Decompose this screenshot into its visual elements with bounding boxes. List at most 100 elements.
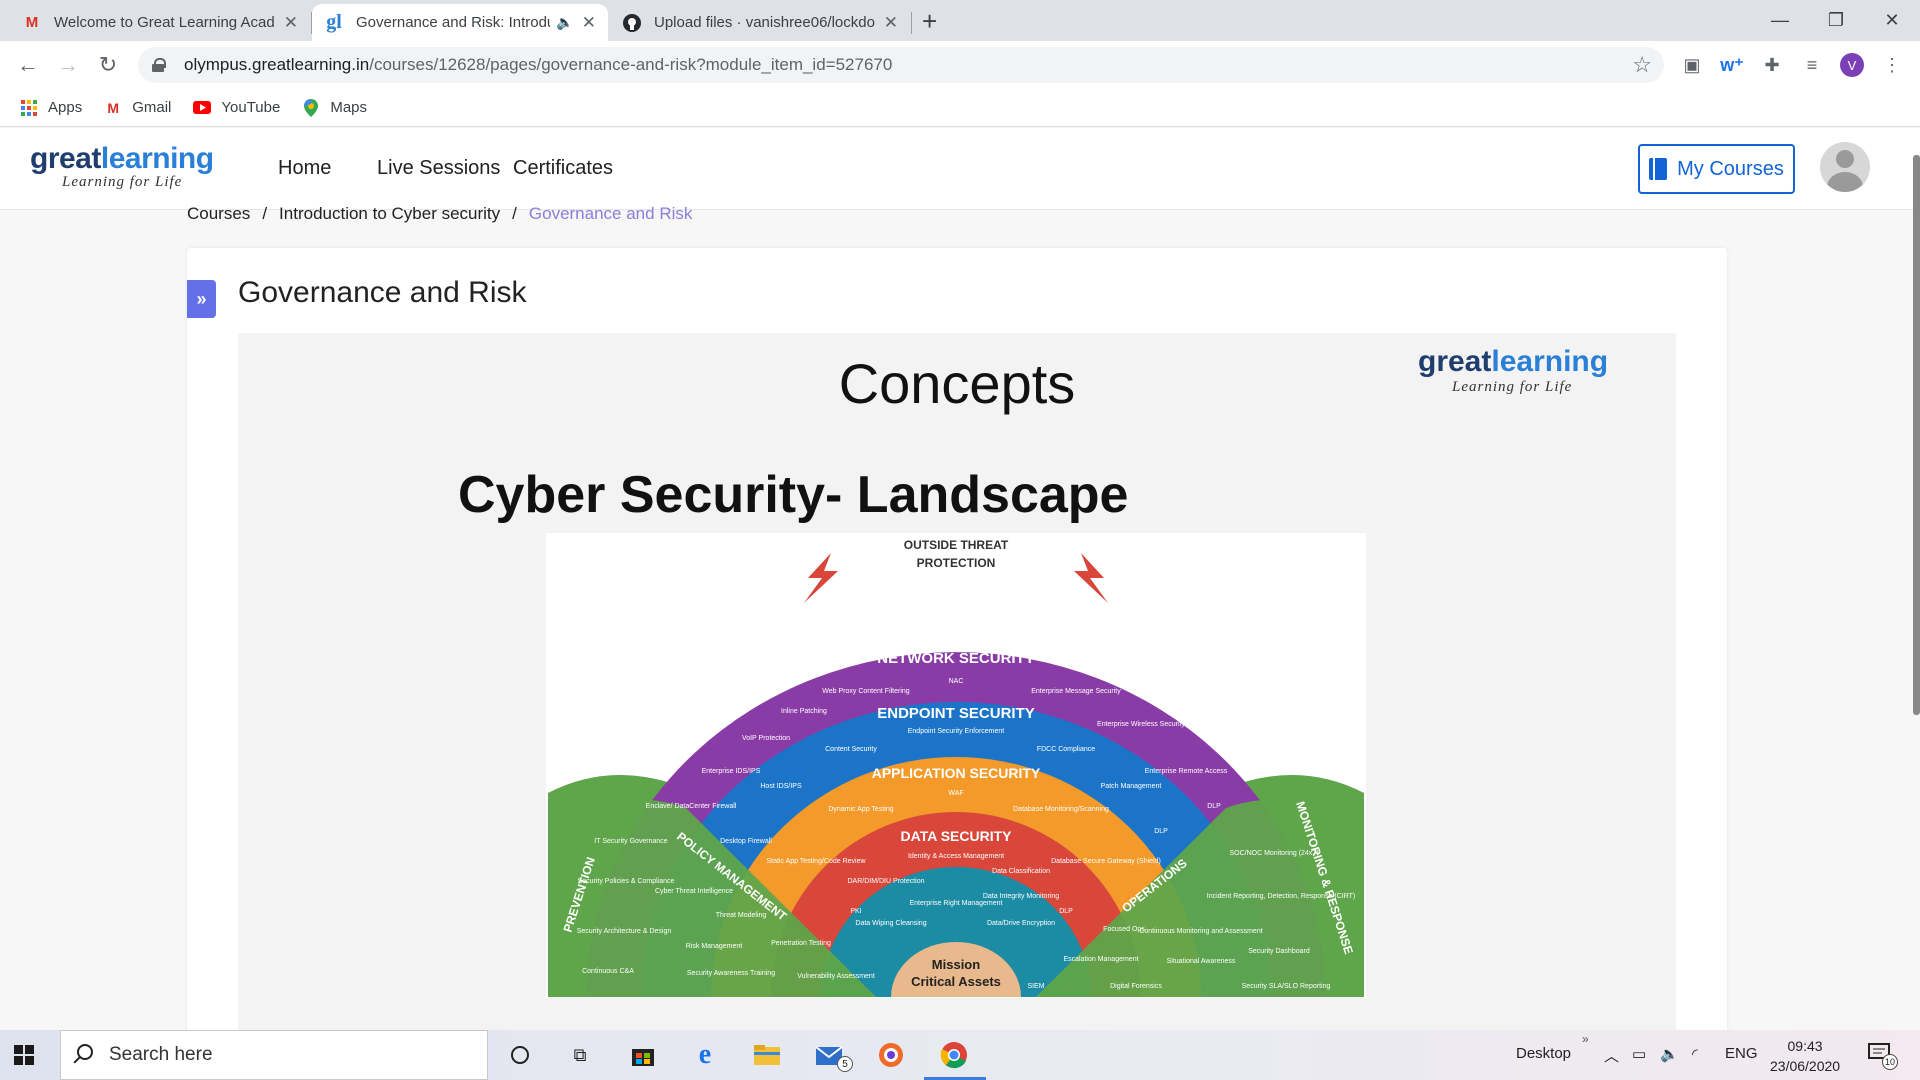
maps-pin-icon	[302, 98, 320, 117]
diagram-item: NAC	[949, 678, 964, 685]
bookmark-label: YouTube	[221, 99, 281, 116]
battery-icon[interactable]: ▭	[1632, 1045, 1646, 1063]
tab-title: Welcome to Great Learning Acad	[54, 14, 275, 31]
back-button[interactable]: ←	[12, 49, 44, 81]
diagram-item: Content Security	[825, 746, 877, 753]
toolbar-expand-icon[interactable]: »	[1582, 1032, 1589, 1046]
clock-time: 09:43	[1787, 1038, 1823, 1054]
diagram-item: Enterprise Message Security	[1031, 688, 1121, 695]
diagram-item: Secure DMZs	[777, 638, 826, 647]
cyber-security-landscape-diagram: OUTSIDE THREAT PROTECTION PERIMETER SECU…	[546, 533, 1366, 998]
diagram-item: Incident Reporting, Detection, Response …	[1207, 893, 1356, 900]
tab-github[interactable]: Upload files · vanishree06/lockdo ✕	[610, 4, 910, 41]
reload-button[interactable]: ↻	[92, 49, 124, 81]
diagram-item: DAR/DIM/DIU Protection	[847, 878, 924, 885]
notifications-badge: 10	[1882, 1054, 1898, 1070]
speaker-icon[interactable]: 🔈	[556, 14, 573, 31]
chrome-icon[interactable]	[939, 1040, 969, 1070]
taskbar-search-input[interactable]: Search here	[60, 1030, 488, 1080]
lightning-bolt-icon	[1074, 553, 1108, 603]
logo-tagline: Learning for Life	[62, 174, 183, 190]
page-title: Governance and Risk	[238, 276, 527, 309]
page-scrollbar[interactable]	[1913, 155, 1920, 715]
diagram-item: DLP	[1154, 828, 1168, 835]
greatlearning-logo[interactable]: greatlearning Learning for Life	[30, 144, 214, 191]
tab-title: Governance and Risk: Introdu	[356, 14, 551, 31]
url-path: /courses/12628/pages/governance-and-risk…	[369, 55, 893, 74]
nav-home[interactable]: Home	[278, 157, 331, 180]
extension-icon[interactable]: ▣	[1680, 53, 1704, 77]
close-tab-icon[interactable]: ✕	[884, 13, 898, 33]
task-view-icon[interactable]: ⧉	[565, 1040, 595, 1070]
diagram-item: Inline Patching	[781, 708, 827, 715]
media-control-icon[interactable]: ≡	[1800, 53, 1824, 77]
windows-taskbar: Search here ⧉ e 5 Desktop » ︿ ▭ 🔈 ◜ ENG …	[0, 1030, 1920, 1080]
restore-button[interactable]: ❐	[1808, 0, 1864, 41]
windows-start-icon[interactable]	[14, 1045, 34, 1065]
core-label: Mission	[932, 957, 980, 972]
logo-word: learning	[100, 142, 214, 175]
address-bar[interactable]: olympus.greatlearning.in/courses/12628/p…	[138, 47, 1664, 83]
diagram-item: Perimeter Firewall	[614, 751, 679, 760]
bookmark-maps[interactable]: Maps	[302, 98, 367, 117]
bookmark-star-icon[interactable]: ☆	[1632, 52, 1652, 78]
user-avatar[interactable]	[1820, 142, 1870, 192]
ring-label-data: DATA SECURITY	[901, 828, 1013, 844]
diagram-item: Penetration Testing	[771, 940, 831, 947]
diagram-item: PKI	[850, 908, 861, 915]
close-window-button[interactable]: ✕	[1864, 0, 1920, 41]
breadcrumb-courses[interactable]: Courses	[187, 204, 250, 224]
file-explorer-icon[interactable]	[752, 1040, 782, 1070]
diagram-item: Message Security	[924, 616, 988, 625]
brave-icon[interactable]	[876, 1040, 906, 1070]
extension-w-icon[interactable]: w⁺	[1720, 53, 1744, 77]
diagram-item: Continuous C&A	[582, 968, 634, 975]
diagram-item: Digital Forensics	[1110, 983, 1162, 990]
edge-icon[interactable]: e	[690, 1039, 720, 1070]
diagram-item: SOC/NOC Monitoring (24x7)	[1229, 850, 1318, 857]
wifi-icon[interactable]: ◜	[1692, 1045, 1698, 1063]
volume-icon[interactable]: 🔈	[1660, 1045, 1679, 1063]
cortana-icon[interactable]	[505, 1040, 535, 1070]
sidebar-toggle-button[interactable]: »	[187, 280, 216, 318]
minimize-button[interactable]: —	[1752, 0, 1808, 41]
bookmark-apps[interactable]: Apps	[20, 99, 82, 117]
ring-label-application: APPLICATION SECURITY	[872, 765, 1041, 781]
language-indicator[interactable]: ENG	[1725, 1045, 1758, 1062]
my-courses-button[interactable]: My Courses	[1638, 144, 1795, 194]
tab-gmail[interactable]: M Welcome to Great Learning Acad ✕	[10, 4, 310, 41]
search-icon	[77, 1044, 93, 1060]
logo-tagline: Learning for Life	[1452, 379, 1573, 395]
store-icon[interactable]	[628, 1040, 658, 1070]
desktop-toolbar-label[interactable]: Desktop	[1516, 1045, 1571, 1062]
tab-governance[interactable]: gl Governance and Risk: Introdu 🔈 ✕	[312, 4, 608, 41]
extensions-puzzle-icon[interactable]: ✚	[1760, 53, 1784, 77]
lock-icon[interactable]	[152, 58, 166, 72]
logo-word: great	[1418, 345, 1492, 378]
diagram-item: Enterprise Wireless Security	[1097, 721, 1185, 728]
diagram-item: Honeypot	[1089, 638, 1124, 647]
diagram-item: DHS Einstein	[1237, 751, 1285, 760]
nav-live-sessions[interactable]: Live Sessions	[377, 157, 500, 180]
new-tab-button[interactable]: +	[922, 6, 937, 37]
logo-word: great	[30, 142, 101, 175]
diagram-item: FDCC Compliance	[1037, 746, 1095, 753]
chevron-up-icon[interactable]: ︿	[1604, 1045, 1619, 1066]
menu-kebab-icon[interactable]: ⋮	[1880, 53, 1904, 77]
nav-certificates[interactable]: Certificates	[513, 157, 613, 180]
breadcrumb-separator: /	[262, 204, 268, 223]
diagram-item: Dynamic App Testing	[828, 806, 893, 813]
forward-button[interactable]: →	[52, 49, 84, 81]
top-label: OUTSIDE THREAT	[904, 538, 1009, 552]
close-tab-icon[interactable]: ✕	[582, 13, 596, 33]
mail-icon[interactable]: 5	[815, 1040, 853, 1072]
diagram-item: Perimeter IDS/IPS	[681, 686, 746, 695]
profile-avatar[interactable]: V	[1840, 53, 1864, 77]
close-tab-icon[interactable]: ✕	[284, 13, 298, 33]
bookmark-youtube[interactable]: YouTube	[193, 99, 280, 117]
notifications-icon[interactable]: 10	[1868, 1042, 1898, 1070]
breadcrumb-course[interactable]: Introduction to Cyber security	[279, 204, 500, 224]
taskbar-clock[interactable]: 09:43 23/06/2020	[1770, 1036, 1840, 1076]
bookmark-gmail[interactable]: M Gmail	[104, 99, 171, 117]
diagram-item: Enterprise IDS/IPS	[702, 768, 761, 775]
